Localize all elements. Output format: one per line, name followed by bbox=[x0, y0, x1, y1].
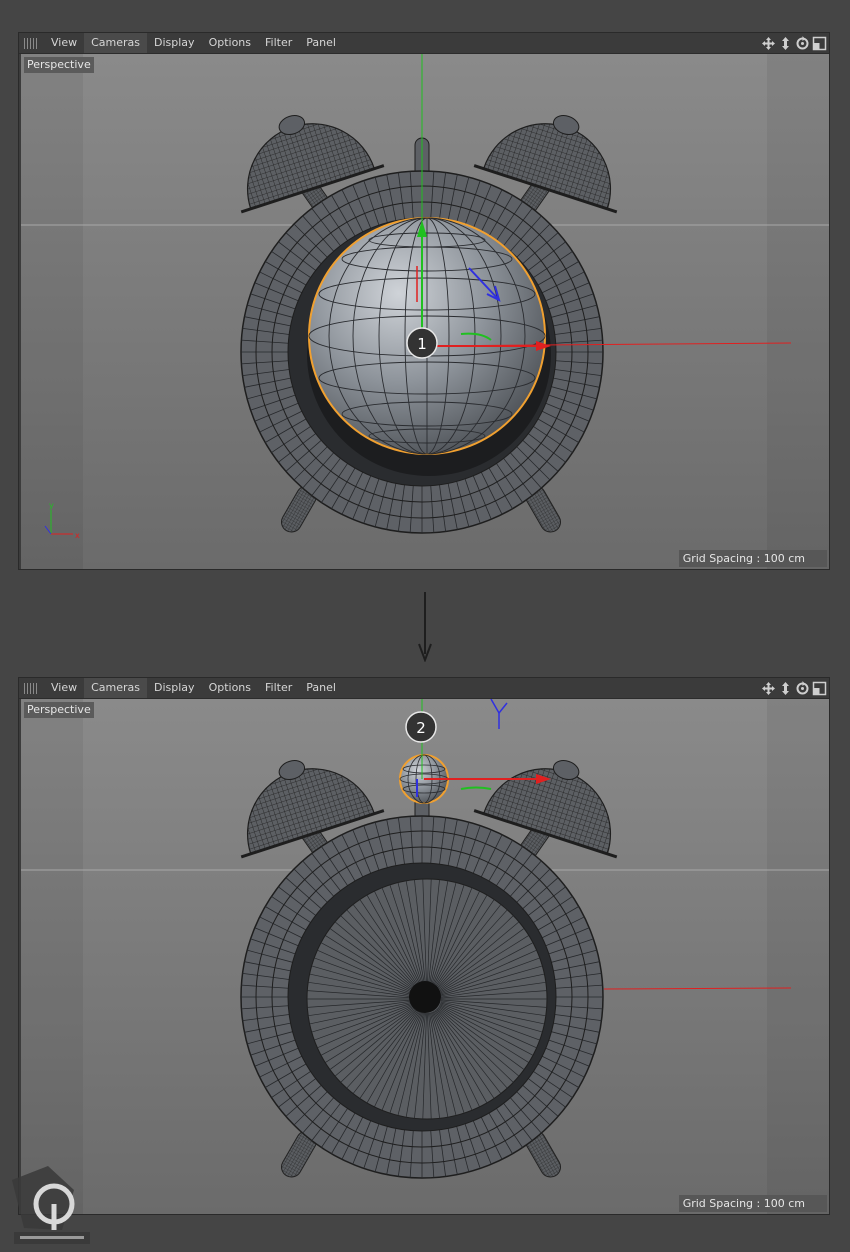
svg-text:2: 2 bbox=[416, 719, 426, 737]
menu-view[interactable]: View bbox=[44, 678, 84, 698]
viewport-top[interactable]: View Cameras Display Options Filter Pane… bbox=[18, 32, 830, 570]
viewport-menubar: View Cameras Display Options Filter Pane… bbox=[19, 33, 829, 54]
zoom-view-icon[interactable] bbox=[778, 681, 793, 696]
scene-view[interactable]: 2 Perspective Grid Spacing : 100 cm bbox=[21, 699, 829, 1214]
panel-grip-icon[interactable] bbox=[24, 37, 38, 49]
callout-badge: 1 bbox=[406, 327, 438, 359]
menu-cameras[interactable]: Cameras bbox=[84, 678, 148, 698]
view-navigation bbox=[761, 35, 827, 51]
camera-label[interactable]: Perspective bbox=[24, 702, 94, 718]
menu-options[interactable]: Options bbox=[202, 678, 258, 698]
maximize-view-icon[interactable] bbox=[812, 36, 827, 51]
menu-panel[interactable]: Panel bbox=[299, 33, 343, 53]
scene-view[interactable]: y x 1 Perspective Grid Spacing : 100 cm bbox=[21, 54, 829, 569]
watermark-logo bbox=[4, 1160, 92, 1248]
rotate-view-icon[interactable] bbox=[795, 680, 810, 696]
menu-display[interactable]: Display bbox=[147, 678, 202, 698]
grid-spacing-label: Grid Spacing : 100 cm bbox=[678, 550, 827, 567]
menu-panel[interactable]: Panel bbox=[299, 678, 343, 698]
view-navigation bbox=[761, 680, 827, 696]
rotate-view-icon[interactable] bbox=[795, 35, 810, 51]
menu-display[interactable]: Display bbox=[147, 33, 202, 53]
camera-label[interactable]: Perspective bbox=[24, 57, 94, 73]
grid-spacing-label: Grid Spacing : 100 cm bbox=[678, 1195, 827, 1212]
move-view-icon[interactable] bbox=[761, 36, 776, 51]
zoom-view-icon[interactable] bbox=[778, 36, 793, 51]
callout-badge: 2 bbox=[405, 711, 437, 743]
svg-text:y: y bbox=[49, 501, 54, 510]
menu-filter[interactable]: Filter bbox=[258, 33, 299, 53]
menu-filter[interactable]: Filter bbox=[258, 678, 299, 698]
viewport-bottom[interactable]: View Cameras Display Options Filter Pane… bbox=[18, 677, 830, 1215]
viewport-menubar: View Cameras Display Options Filter Pane… bbox=[19, 678, 829, 699]
menu-cameras[interactable]: Cameras bbox=[84, 33, 148, 53]
menu-options[interactable]: Options bbox=[202, 33, 258, 53]
svg-text:1: 1 bbox=[417, 335, 427, 353]
move-view-icon[interactable] bbox=[761, 681, 776, 696]
arrow-down-icon bbox=[417, 590, 433, 663]
maximize-view-icon[interactable] bbox=[812, 681, 827, 696]
panel-grip-icon[interactable] bbox=[24, 682, 38, 694]
svg-text:x: x bbox=[75, 531, 80, 540]
menu-view[interactable]: View bbox=[44, 33, 84, 53]
